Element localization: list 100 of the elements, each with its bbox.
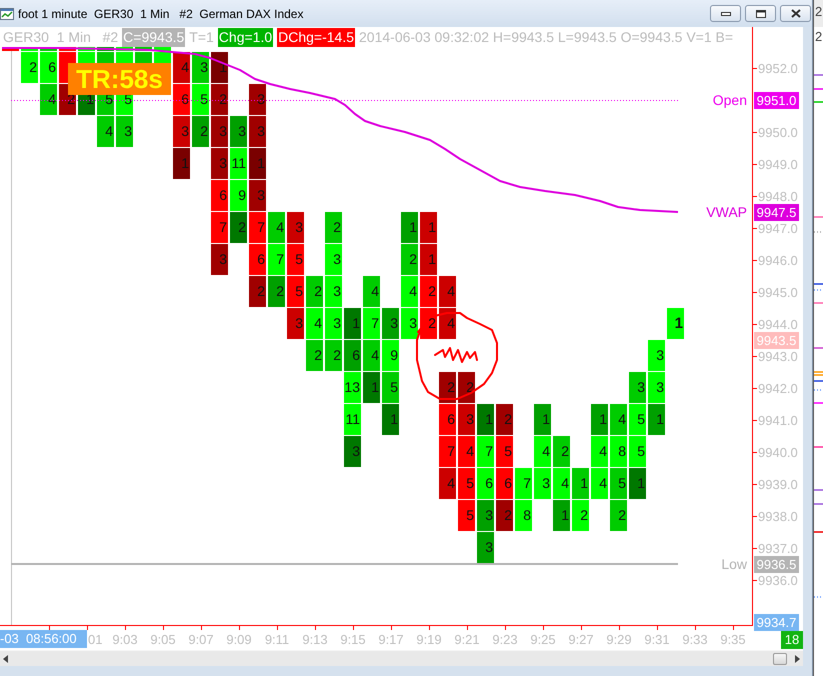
footprint-cell: 2 xyxy=(401,244,418,275)
time-label: 9:05 xyxy=(150,633,176,647)
time-label: 9:21 xyxy=(454,633,480,647)
quote-badge: C=9943.5 xyxy=(122,28,186,46)
scroll-right-icon[interactable] xyxy=(795,654,800,662)
time-label: 9:33 xyxy=(682,633,708,647)
footprint-cell: 7 xyxy=(211,212,228,243)
footprint-cell: 3 xyxy=(325,276,342,307)
scroll-left-icon[interactable] xyxy=(3,654,8,662)
window-title: foot 1 minute GER30 1 Min #2 German DAX Index xyxy=(18,6,304,20)
price-tag: 9947.5 xyxy=(754,204,799,221)
footprint-cell: 3 xyxy=(211,244,228,275)
footprint-cell: 5 xyxy=(287,244,304,275)
footprint-cell: 3 xyxy=(344,436,361,467)
price-label: 9938.0 xyxy=(758,510,798,523)
time-label: 9:09 xyxy=(226,633,252,647)
footprint-cell: 3 xyxy=(287,212,304,243)
footprint-cell: 3 xyxy=(477,500,494,531)
footprint-cell: 13 xyxy=(344,372,361,403)
price-label: 9943.0 xyxy=(758,350,798,363)
window-text: 2 xyxy=(814,30,823,44)
time-label: 9:29 xyxy=(606,633,632,647)
maximize-icon xyxy=(756,10,766,18)
minimize-button[interactable] xyxy=(710,5,741,22)
footprint-cell: 4 xyxy=(439,468,456,499)
footprint-cell: 7 xyxy=(249,212,266,243)
price-label: 9941.0 xyxy=(758,414,798,427)
footprint-cell: 3 xyxy=(287,308,304,339)
time-label: 9:13 xyxy=(302,633,328,647)
footprint-cell: 2 xyxy=(325,212,342,243)
footprint-cell: 3 xyxy=(249,180,266,211)
footprint-cell: 1 xyxy=(344,308,361,339)
footprint-cell: 1 xyxy=(420,244,437,275)
footprint-cell: 4 xyxy=(363,340,380,371)
footprint-cell: 2 xyxy=(192,116,209,147)
scroll-thumb[interactable] xyxy=(773,652,787,664)
footprint-cell: 1 xyxy=(553,500,570,531)
footprint-cell: 7 xyxy=(515,468,532,499)
footprint-cell: 11 xyxy=(344,404,361,435)
footprint-cell: 2 xyxy=(420,308,437,339)
footprint-cell: 1 xyxy=(629,468,646,499)
horizontal-scrollbar[interactable] xyxy=(0,650,803,666)
footprint-cell: 6 xyxy=(40,52,57,83)
footprint-cell: 2 xyxy=(325,340,342,371)
footprint-cell: 6 xyxy=(477,468,494,499)
price-label: 9948.0 xyxy=(758,190,798,203)
time-label: 9:35 xyxy=(720,633,746,647)
footprint-cell: 6 xyxy=(249,244,266,275)
time-label: 9:03 xyxy=(112,633,138,647)
count-badge: 18 xyxy=(781,631,803,649)
footprint-cell: 2 xyxy=(306,340,323,371)
footprint-cell: 8 xyxy=(610,436,627,467)
footprint-cell: 2 xyxy=(211,84,228,115)
footprint-cell: 6 xyxy=(211,180,228,211)
price-label: 9942.0 xyxy=(758,382,798,395)
footprint-cell: 7 xyxy=(363,308,380,339)
time-label: 9:17 xyxy=(378,633,404,647)
footprint-cell: 2 xyxy=(439,372,456,403)
footprint-cell: 6 xyxy=(439,404,456,435)
time-label: 9:23 xyxy=(492,633,518,647)
footprint-cell: 2 xyxy=(553,436,570,467)
footprint-cell: 3 xyxy=(629,372,646,403)
price-tag: 9951.0 xyxy=(754,92,799,109)
footprint-cell: 3 xyxy=(648,372,665,403)
footprint-cell: 3 xyxy=(401,308,418,339)
footprint-cell: 5 xyxy=(458,468,475,499)
footprint-cell: 4 xyxy=(97,116,114,147)
footprint-cell: 4 xyxy=(610,404,627,435)
price-label: 9940.0 xyxy=(758,446,798,459)
footprint-cell: 4 xyxy=(268,212,285,243)
scribble-mark xyxy=(434,347,478,363)
cursor-time-label: -03 08:56:00 xyxy=(0,630,87,648)
close-button[interactable] xyxy=(780,5,811,22)
footprint-cell: 7 xyxy=(268,244,285,275)
footprint-cell: 1 xyxy=(382,404,399,435)
price-label: 9937.0 xyxy=(758,542,798,555)
footprint-cell: 2 xyxy=(268,276,285,307)
app-icon xyxy=(0,6,14,20)
price-tag: 9934.7 xyxy=(754,614,799,631)
footprint-cell: 3 xyxy=(534,468,551,499)
footprint-cell: 1 xyxy=(363,372,380,403)
footprint-cell: 1 xyxy=(591,404,608,435)
footprint-cell: 3 xyxy=(325,308,342,339)
footprint-cell: 3 xyxy=(249,116,266,147)
footprint-cell: 2 xyxy=(420,276,437,307)
time-label: 9:27 xyxy=(568,633,594,647)
price-label: 9944.0 xyxy=(758,318,798,331)
footprint-cell: 4 xyxy=(534,436,551,467)
footprint-cell: 4 xyxy=(458,436,475,467)
footprint-cell: 4 xyxy=(439,308,456,339)
price-label: 9945.0 xyxy=(758,286,798,299)
price-label: 9939.0 xyxy=(758,478,798,491)
maximize-button[interactable] xyxy=(745,5,776,22)
price-line-label: Low xyxy=(721,556,747,572)
time-label: 9:25 xyxy=(530,633,556,647)
footprint-cell: 5 xyxy=(496,436,513,467)
quote-text: T=1 xyxy=(189,29,214,45)
footprint-cell: 1 xyxy=(477,404,494,435)
quote-text: 2014-06-03 09:32:02 H=9943.5 L=9943.5 O=9943.5 V=1 B= xyxy=(359,29,734,45)
footprint-cell: 3 xyxy=(249,84,266,115)
